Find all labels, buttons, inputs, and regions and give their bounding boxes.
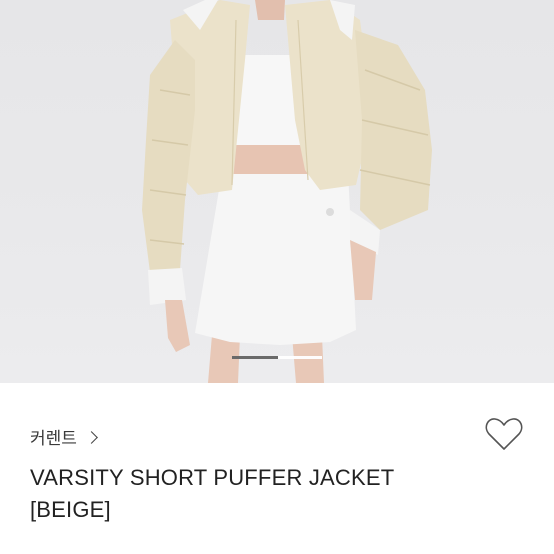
carousel-indicator-inactive[interactable] — [278, 356, 322, 359]
product-title: VARSITY SHORT PUFFER JACKET [BEIGE] — [30, 462, 510, 526]
brand-breadcrumb[interactable]: 커렌트 — [30, 424, 98, 449]
product-image-carousel[interactable] — [0, 0, 554, 383]
carousel-indicator[interactable] — [232, 356, 322, 359]
product-title-line2: [BEIGE] — [30, 497, 111, 522]
product-title-line1: VARSITY SHORT PUFFER JACKET — [30, 465, 395, 490]
favorite-button[interactable] — [484, 416, 524, 452]
carousel-indicator-active[interactable] — [232, 356, 278, 359]
chevron-right-icon — [85, 430, 98, 444]
heart-outline-icon — [485, 418, 523, 450]
product-photo — [142, 0, 432, 383]
brand-label[interactable]: 커렌트 — [30, 424, 77, 449]
